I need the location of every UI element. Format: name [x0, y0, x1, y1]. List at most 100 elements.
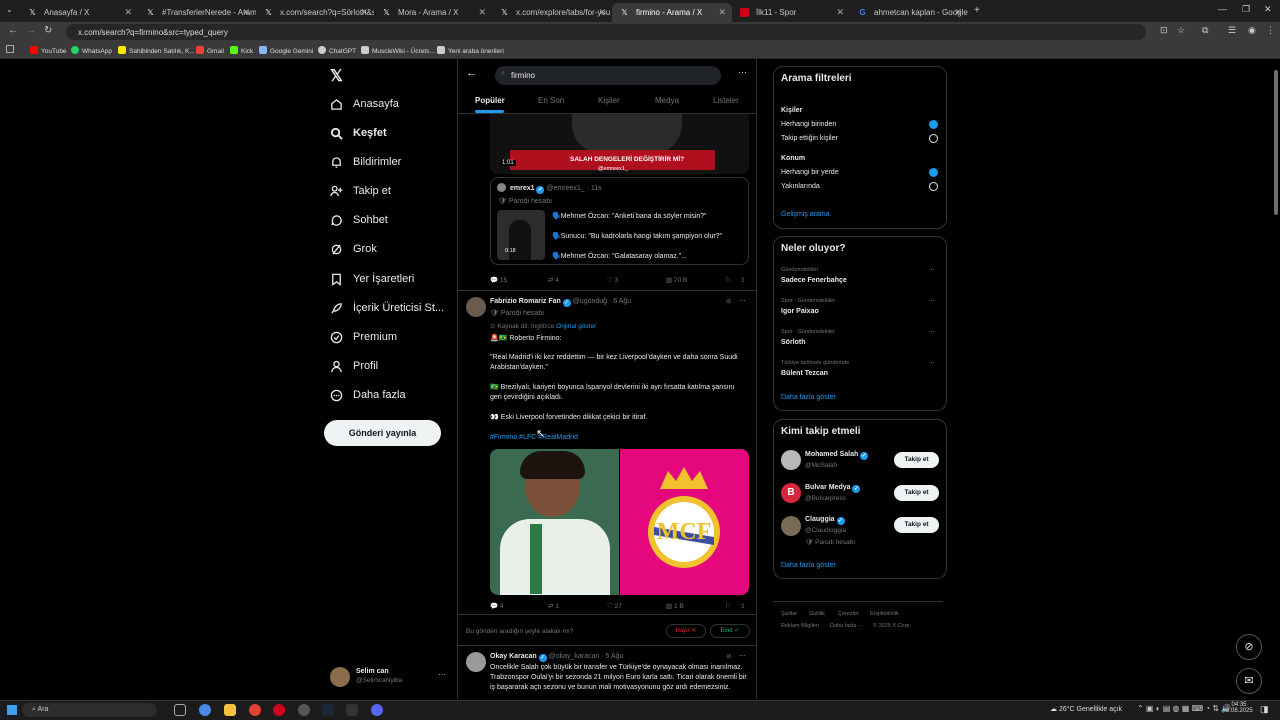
reply-button[interactable]: 💬 4	[490, 602, 504, 610]
new-tab-icon[interactable]: +	[974, 5, 980, 16]
system-tray-icons[interactable]: ⌃ ▣ ◐ ▤ ◍ ▦ ⌨ ◔ ⇅ 🔊	[1137, 704, 1231, 713]
install-icon[interactable]: ⊡	[1160, 25, 1168, 36]
back-arrow-icon[interactable]: ←	[466, 67, 477, 79]
windows-start-icon[interactable]	[7, 705, 17, 715]
close-icon[interactable]: ✕	[124, 7, 132, 18]
account-switcher[interactable]: Selim can @SelimcaNyiba ···	[356, 668, 446, 690]
grok-post-icon[interactable]: ⊘	[726, 652, 731, 660]
bookmark-icon[interactable]: ⚐	[725, 276, 731, 284]
suggestion-avatar[interactable]	[781, 516, 801, 536]
maximize-icon[interactable]: ❐	[1242, 4, 1250, 15]
radio-following[interactable]	[929, 134, 938, 143]
post-button[interactable]: Gönderi yayınla	[324, 420, 441, 446]
forward-icon[interactable]: →	[26, 25, 36, 36]
close-icon[interactable]: ✕	[954, 7, 962, 18]
share-icon[interactable]: ⇪	[740, 602, 745, 610]
task-view-icon[interactable]	[174, 704, 186, 716]
browser-tab[interactable]: 𝕏x.com/explore/tabs/for-you ✕	[492, 3, 612, 22]
tab-popular[interactable]: Popüler	[475, 96, 505, 105]
footer-more[interactable]: Daha fazla ···	[830, 623, 863, 629]
reload-icon[interactable]: ↻	[44, 25, 52, 36]
feedback-no-button[interactable]: Hayır ✕	[666, 624, 706, 638]
user-avatar[interactable]	[330, 667, 350, 687]
follow-button[interactable]: Takip et	[894, 452, 939, 468]
bookmark-youtube[interactable]: YouTube	[30, 46, 67, 55]
notification-icon[interactable]: ◨	[1260, 704, 1269, 715]
page-scrollbar[interactable]	[1274, 70, 1278, 215]
app-icon[interactable]	[346, 704, 358, 716]
cast-icon[interactable]: ☰	[1228, 25, 1236, 36]
views-button[interactable]: ▥ 70 B	[666, 276, 687, 284]
suggestion-name[interactable]: Bulvar Medya ✓	[805, 484, 861, 493]
follow-button[interactable]: Takip et	[894, 517, 939, 533]
radio-anywhere[interactable]	[929, 168, 938, 177]
show-original-link[interactable]: Orijinal göster	[556, 323, 596, 330]
video-player[interactable]: SALAH DENGELERİ DEĞİŞTİRİR Mİ? @emreex1_…	[490, 114, 749, 174]
trend-name[interactable]: Igor Paixao	[781, 308, 819, 315]
bookmark-cars[interactable]: Yeni araba önerileri	[437, 46, 504, 55]
search-settings-icon[interactable]: ···	[738, 67, 747, 77]
taskbar-search[interactable]: ⌕ Ara	[22, 703, 157, 717]
quote-thumbnail[interactable]: 0:18	[497, 210, 545, 260]
footer-link[interactable]: Gizlilik	[809, 611, 825, 617]
footer-link[interactable]: Şartlar	[781, 611, 797, 617]
trend-more-icon[interactable]: ···	[929, 329, 935, 335]
trend-more-icon[interactable]: ···	[929, 298, 935, 304]
bookmark-kick[interactable]: Kick	[230, 46, 253, 55]
browser-tab[interactable]: 𝕏 Mora - Arama / X ✕	[374, 3, 492, 22]
app-icon[interactable]	[273, 704, 285, 716]
chrome-icon[interactable]	[249, 704, 261, 716]
post-more-icon[interactable]: ···	[739, 652, 746, 659]
copilot-icon[interactable]	[199, 704, 211, 716]
feedback-yes-button[interactable]: Evet ✓	[710, 624, 750, 638]
tab-people[interactable]: Kişiler	[598, 96, 620, 105]
post-image-player[interactable]	[490, 449, 619, 595]
minimize-icon[interactable]: —	[1218, 4, 1227, 14]
steam-icon[interactable]	[322, 704, 334, 716]
url-field[interactable]: x.com/search?q=firmino&src=typed_query	[66, 24, 1146, 40]
suggestion-avatar[interactable]: B	[781, 483, 801, 503]
app-icon[interactable]	[298, 704, 310, 716]
footer-link[interactable]: Erişilebilirlik	[870, 611, 899, 617]
bookmark-chatgpt[interactable]: ChatGPT	[318, 46, 356, 55]
close-window-icon[interactable]: ✕	[1264, 4, 1272, 15]
author-avatar[interactable]	[466, 652, 486, 672]
grok-post-icon[interactable]: ⊘	[726, 297, 731, 305]
messages-floating-button[interactable]: ✉	[1236, 668, 1262, 694]
trend-name[interactable]: Sörloth	[781, 339, 806, 346]
suggestion-name[interactable]: Clauggia ✓	[805, 516, 845, 525]
file-explorer-icon[interactable]	[224, 704, 236, 716]
x-logo-icon[interactable]: 𝕏	[330, 66, 343, 86]
trend-name[interactable]: Sadece Fenerbahçe	[781, 277, 847, 284]
browser-tab-active[interactable]: 𝕏firmino - Arama / X ✕	[612, 3, 732, 22]
follow-button[interactable]: Takip et	[894, 485, 939, 501]
trend-more-icon[interactable]: ···	[929, 267, 935, 273]
close-icon[interactable]: ✕	[836, 7, 844, 18]
views-button[interactable]: ▥ 1 B	[666, 602, 684, 610]
retweet-button[interactable]: ⇄ 4	[548, 276, 559, 284]
tab-lists[interactable]: Listeler	[713, 96, 739, 105]
footer-link[interactable]: Çerezler	[838, 611, 859, 617]
clock[interactable]: 04:35 8.08.2025	[1226, 702, 1253, 714]
post-author[interactable]: Okay Karacan ✓ @okay_karacan · 5 Ağu	[490, 652, 623, 662]
suggestion-name[interactable]: Mohamed Salah ✓	[805, 451, 869, 460]
bookmark-whatsapp[interactable]: WhatsApp	[71, 46, 112, 55]
like-button[interactable]: ♡ 3	[607, 276, 618, 284]
advanced-search-link[interactable]: Gelişmiş arama	[781, 211, 830, 218]
back-icon[interactable]: ←	[8, 25, 18, 36]
tab-media[interactable]: Medya	[655, 96, 679, 105]
radio-anyone[interactable]	[929, 120, 938, 129]
browser-tab[interactable]: 𝕏#TransferlerNerede - Arama / X✕	[138, 3, 256, 22]
reply-button[interactable]: 💬 15	[490, 276, 507, 284]
trends-show-more[interactable]: Daha fazla göster	[781, 394, 836, 401]
like-button[interactable]: ♡ 27	[607, 602, 622, 610]
trend-name[interactable]: Bülent Tezcan	[781, 370, 828, 377]
extensions-icon[interactable]: ⧉	[1202, 25, 1208, 36]
profile-icon[interactable]: ◉	[1248, 25, 1256, 36]
post-image-crest[interactable]: MCF	[620, 449, 749, 595]
close-icon[interactable]: ✕	[718, 7, 726, 18]
close-icon[interactable]: ✕	[478, 7, 486, 18]
author-avatar[interactable]	[466, 297, 486, 317]
follow-show-more[interactable]: Daha fazla göster	[781, 562, 836, 569]
bookmark-gmail[interactable]: Gmail	[196, 46, 224, 55]
